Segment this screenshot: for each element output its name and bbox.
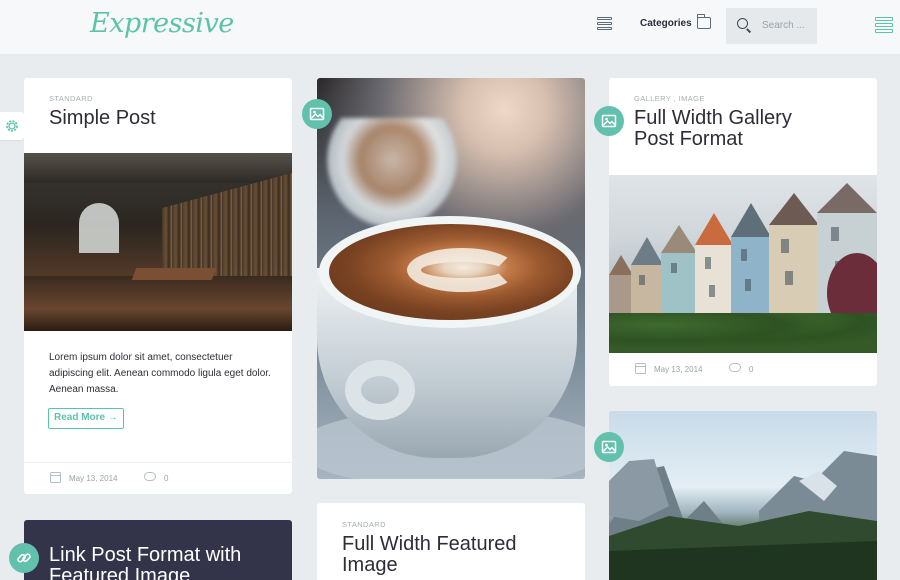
search-box[interactable]: Search ... (726, 8, 817, 44)
site-logo[interactable]: Expressive (90, 8, 234, 39)
featured-image-library[interactable] (24, 153, 292, 331)
image-format-badge (594, 106, 624, 136)
post-category[interactable]: GALLERY , IMAGE (634, 94, 705, 103)
post-title[interactable]: Simple Post (49, 108, 156, 129)
categories-menu[interactable]: Categories (640, 18, 692, 29)
hamburger-menu-icon[interactable] (875, 17, 893, 35)
gear-icon (6, 120, 18, 132)
image-format-badge (302, 99, 332, 129)
post-excerpt: Lorem ipsum dolor sit amet, consectetuer… (49, 352, 271, 395)
link-format-badge (9, 543, 39, 573)
post-title-link[interactable]: Link Post Format with Featured Image (49, 545, 279, 580)
post-category[interactable]: STANDARD (49, 94, 93, 103)
post-category[interactable]: STANDARD (342, 520, 386, 529)
calendar-icon (635, 363, 646, 374)
image-format-badge (594, 432, 624, 462)
comment-icon (729, 363, 741, 372)
site-header: Expressive Categories Search ... (0, 0, 900, 54)
post-title[interactable]: Full Width Gallery Post Format (634, 108, 834, 150)
featured-image-coffee[interactable] (317, 78, 585, 479)
post-card-featured: STANDARD Full Width Featured Image (317, 503, 585, 580)
post-card-gallery: GALLERY , IMAGE Full Width Gallery Post … (609, 78, 877, 386)
folder-icon[interactable] (696, 14, 711, 29)
featured-image-mountains[interactable] (609, 411, 877, 580)
comment-icon (144, 472, 156, 481)
post-title[interactable]: Full Width Featured Image (342, 534, 562, 576)
list-view-icon[interactable] (597, 17, 612, 32)
image-icon (309, 107, 325, 121)
settings-tab[interactable] (0, 112, 24, 140)
image-icon (601, 114, 617, 128)
link-icon (17, 553, 31, 563)
search-input[interactable]: Search ... (762, 20, 805, 31)
post-card-link: Link Post Format with Featured Image (24, 520, 292, 580)
post-date[interactable]: May 13, 2014 (69, 474, 117, 483)
read-more-button[interactable]: Read More → (48, 408, 124, 429)
post-card-simple: STANDARD Simple Post Lorem ipsum dolor s… (24, 78, 292, 494)
comment-count[interactable]: 0 (749, 365, 753, 374)
image-icon (601, 440, 617, 454)
comment-count[interactable]: 0 (164, 474, 168, 483)
featured-image-houses[interactable] (609, 175, 877, 353)
card-divider (24, 462, 292, 463)
calendar-icon (50, 472, 61, 483)
search-icon[interactable] (737, 18, 748, 29)
post-date[interactable]: May 13, 2014 (654, 365, 702, 374)
